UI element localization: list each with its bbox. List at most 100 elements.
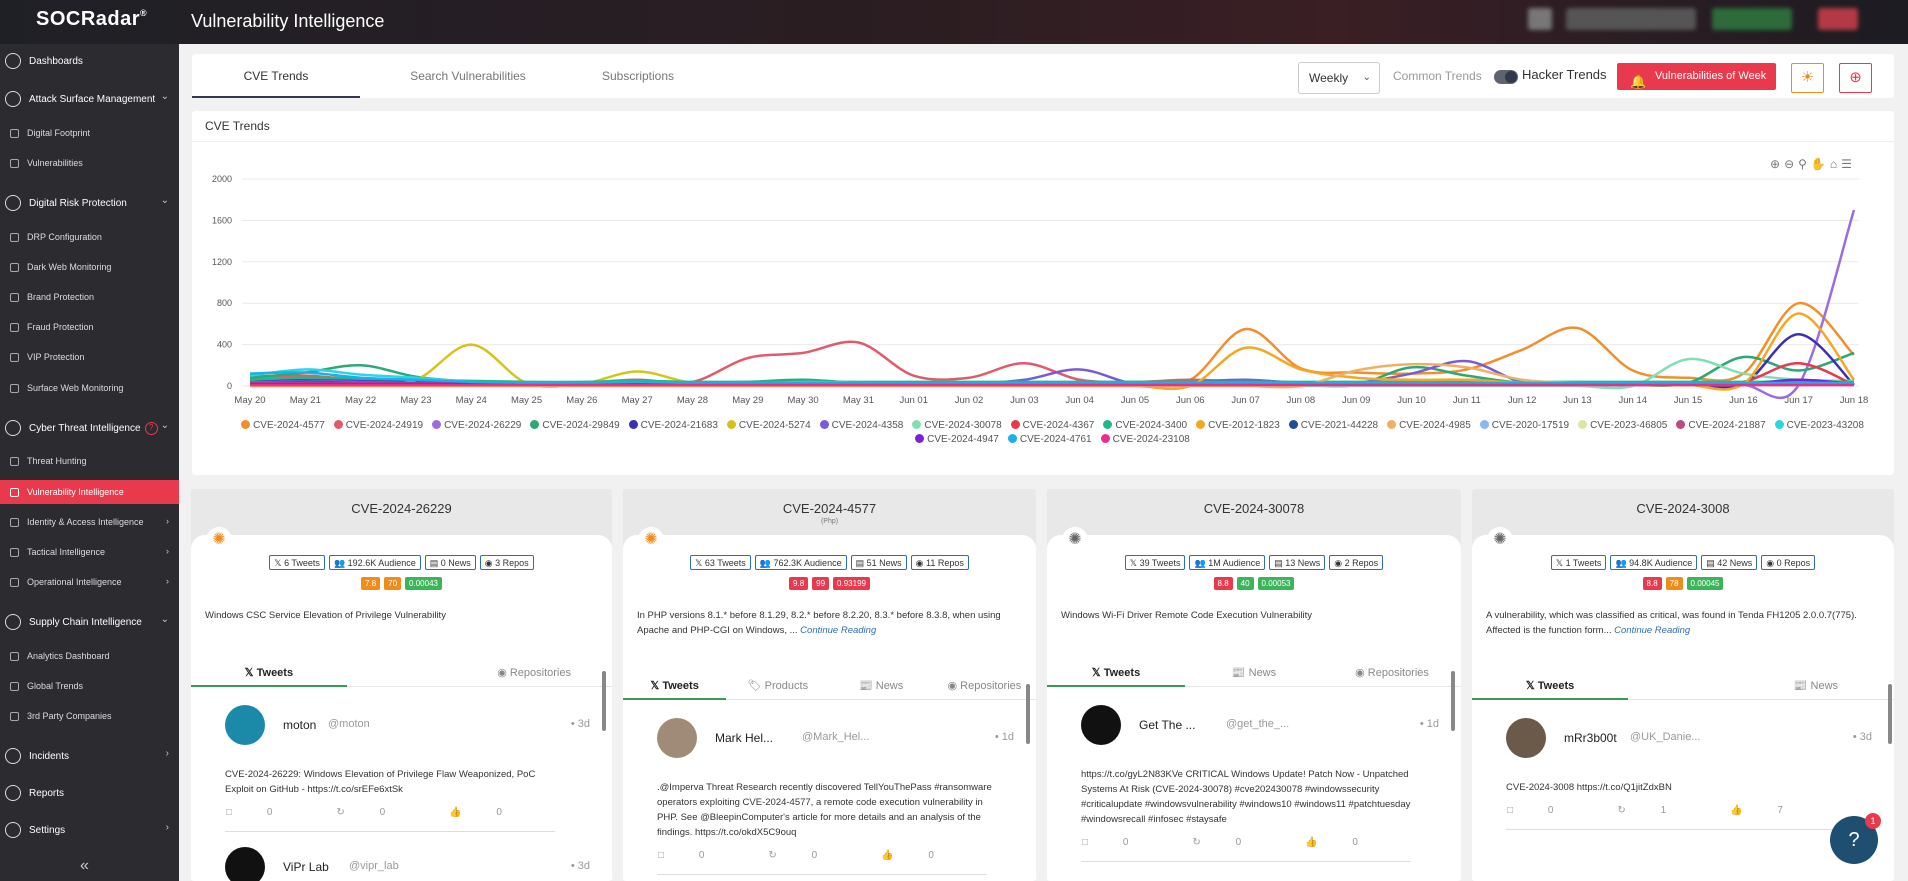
series-line-cve-2024-21683[interactable] (249, 332, 1855, 389)
card-tab-repositories[interactable]: ◉ Repositories (933, 674, 1036, 700)
tab-cve-trends[interactable]: CVE Trends (192, 54, 360, 98)
sidebar-item-brand-protection[interactable]: Brand Protection (0, 283, 179, 311)
legend-item[interactable]: CVE-2024-24919 (333, 419, 423, 433)
sidebar-item-vulnerabilities[interactable]: Vulnerabilities (0, 149, 179, 177)
reply-count[interactable]: □ 0 (658, 850, 736, 861)
stat-tweets[interactable]: 𝕏 1 Tweets (1550, 555, 1607, 570)
series-line-cve-2024-24919[interactable] (249, 340, 1854, 387)
stat-audience[interactable]: 👥 762.3K Audience (754, 555, 847, 570)
like-count[interactable]: 👍 0 (1305, 837, 1390, 848)
notification-area[interactable] (1818, 8, 1858, 30)
sidebar-digital-risk[interactable]: Digital Risk Protection ⌄ (0, 188, 179, 218)
sidebar-item-dark-web[interactable]: Dark Web Monitoring (0, 253, 179, 281)
legend-item[interactable]: CVE-2024-4985 (1387, 419, 1471, 433)
stat-repos[interactable]: ◉ 2 Repos (1329, 555, 1384, 570)
tweet-handle[interactable]: @moton (328, 718, 370, 730)
stat-tweets[interactable]: 𝕏 6 Tweets (269, 555, 325, 570)
vulnerabilities-of-week-button[interactable]: 🔔 Vulnerabilities of Week (1617, 63, 1776, 90)
legend-item[interactable]: CVE-2020-17519 (1479, 419, 1569, 433)
sidebar-item-surface-web[interactable]: Surface Web Monitoring (0, 374, 179, 402)
legend-item[interactable]: CVE-2024-4761 (1007, 433, 1092, 447)
stat-repos[interactable]: ◉ 0 Repos (1761, 555, 1816, 570)
tweet-handle[interactable]: @Mark_Hel... (802, 731, 869, 743)
legend-item[interactable]: CVE-2024-4577 (241, 419, 325, 433)
sidebar-item-vulnerability-intelligence[interactable]: Vulnerability Intelligence (0, 480, 179, 504)
legend-item[interactable]: CVE-2023-46805 (1578, 419, 1667, 433)
cve-trends-chart[interactable]: 0 400 800 1200 1600 2000 May 20 May 21 May 22 May… (192, 111, 1894, 421)
cve-card[interactable]: CVE-2024-3008 ✺ 𝕏 1 Tweets 👥 94.8K Audience… (1472, 489, 1894, 881)
legend-item[interactable]: CVE-2024-4367 (1010, 419, 1094, 433)
stat-audience[interactable]: 👥 1M Audience (1189, 555, 1266, 570)
socradar-logo[interactable]: SOCRadar® (36, 8, 147, 31)
like-count[interactable]: 👍 0 (449, 807, 534, 818)
like-count[interactable]: 👍 0 (881, 850, 966, 861)
card-tab-tweets[interactable]: 𝕏 Tweets (1472, 674, 1629, 700)
sidebar-dashboards[interactable]: Dashboards (0, 46, 179, 76)
avatar[interactable] (1506, 718, 1546, 758)
stat-news[interactable]: ▤ 13 News (1269, 555, 1326, 570)
stat-news[interactable]: ▤ 51 News (850, 555, 907, 570)
sidebar-item-vip-protection[interactable]: VIP Protection (0, 343, 179, 371)
card-tab-repositories[interactable]: ◉ Repositories (456, 661, 612, 687)
tweet-author[interactable]: moton (283, 718, 316, 732)
stat-tweets[interactable]: 𝕏 63 Tweets (690, 555, 751, 570)
scrollbar[interactable] (1451, 671, 1455, 731)
stat-audience[interactable]: 👥 94.8K Audience (1610, 555, 1698, 570)
sidebar-item-global-trends[interactable]: Global Trends (0, 672, 179, 700)
sidebar-item-analytics[interactable]: Analytics Dashboard (0, 642, 179, 670)
legend-item[interactable]: CVE-2012-1823 (1196, 419, 1280, 433)
cve-card[interactable]: CVE-2024-26229 ✺ 𝕏 6 Tweets 👥 192.6K Audien… (191, 489, 612, 881)
avatar[interactable] (225, 705, 265, 745)
add-subscription-button[interactable]: ⊕ (1839, 63, 1872, 93)
sidebar-item-identity-access[interactable]: Identity & Access Intelligence › (0, 508, 179, 536)
sidebar-item-digital-footprint[interactable]: Digital Footprint (0, 119, 179, 147)
tab-search-vulnerabilities[interactable]: Search Vulnerabilities (384, 54, 552, 98)
tweet-handle[interactable]: @UK_Danie... (1630, 731, 1700, 743)
tweet-author[interactable]: Mark Hel... (715, 731, 773, 745)
stat-audience[interactable]: 👥 192.6K Audience (328, 555, 421, 570)
legend-item[interactable]: CVE-2024-26229 (432, 419, 521, 433)
tweet-author[interactable]: ViPr Lab (283, 860, 329, 874)
legend-item[interactable]: CVE-2024-21683 (628, 419, 718, 433)
collapse-sidebar-icon[interactable]: « (80, 857, 89, 875)
retweet-count[interactable]: ↻ 0 (1192, 837, 1273, 848)
legend-item[interactable]: CVE-2024-23108 (1100, 433, 1190, 447)
reply-count[interactable]: □ 0 (226, 807, 304, 818)
legend-item[interactable]: CVE-2024-29849 (530, 419, 620, 433)
stat-repos[interactable]: ◉ 11 Repos (910, 555, 969, 570)
sidebar-item-3rd-party[interactable]: 3rd Party Companies (0, 702, 179, 730)
reply-count[interactable]: □ 0 (1082, 837, 1160, 848)
sidebar-item-tactical[interactable]: Tactical Intelligence › (0, 538, 179, 566)
sidebar-item-threat-hunting[interactable]: Threat Hunting (0, 447, 179, 475)
tweet-handle[interactable]: @vipr_lab (349, 860, 399, 872)
tab-subscriptions[interactable]: Subscriptions (554, 54, 722, 98)
bug-filter-button[interactable]: ☀ (1791, 63, 1824, 93)
tweet-author[interactable]: Get The ... (1139, 718, 1195, 732)
sidebar-cyber-threat[interactable]: Cyber Threat Intelligence? ⌄ (0, 413, 179, 443)
legend-item[interactable]: CVE-2024-4358 (819, 419, 903, 433)
legend-item[interactable]: CVE-2024-30078 (912, 419, 1002, 433)
like-count[interactable]: 👍 7 (1730, 805, 1815, 816)
scrollbar[interactable] (1026, 684, 1030, 744)
help-badge-icon[interactable]: ? (144, 421, 158, 435)
sidebar-item-drp-configuration[interactable]: DRP Configuration (0, 223, 179, 251)
card-tab-tweets[interactable]: 𝕏 Tweets (191, 661, 347, 687)
cve-id[interactable]: CVE-2024-30078 (1204, 501, 1304, 516)
help-chat-button[interactable]: ? 1 (1830, 813, 1881, 864)
retweet-count[interactable]: ↻ 0 (336, 807, 417, 818)
stat-tweets[interactable]: 𝕏 39 Tweets (1124, 555, 1186, 570)
avatar[interactable] (657, 718, 697, 758)
card-tab-news[interactable]: 📰 News (1185, 661, 1323, 687)
avatar[interactable] (1081, 705, 1121, 745)
legend-item[interactable]: CVE-2021-44228 (1288, 419, 1378, 433)
tweet-handle[interactable]: @get_the_... (1226, 718, 1289, 730)
card-tab-repositories[interactable]: ◉ Repositories (1323, 661, 1461, 687)
sidebar-attack-surface[interactable]: Attack Surface Management ⌄ (0, 84, 179, 114)
legend-item[interactable]: CVE-2024-3400 (1103, 419, 1187, 433)
cve-card[interactable]: CVE-2024-30078 ✺ 𝕏 39 Tweets 👥 1M Audience ▤… (1047, 489, 1461, 881)
continue-reading-link[interactable]: Continue Reading (800, 625, 876, 636)
sidebar-supply-chain[interactable]: Supply Chain Intelligence ⌄ (0, 607, 179, 637)
card-tab-news[interactable]: 📰 News (830, 674, 933, 700)
sidebar-settings[interactable]: Settings › (0, 815, 179, 845)
trends-toggle[interactable] (1494, 70, 1518, 84)
